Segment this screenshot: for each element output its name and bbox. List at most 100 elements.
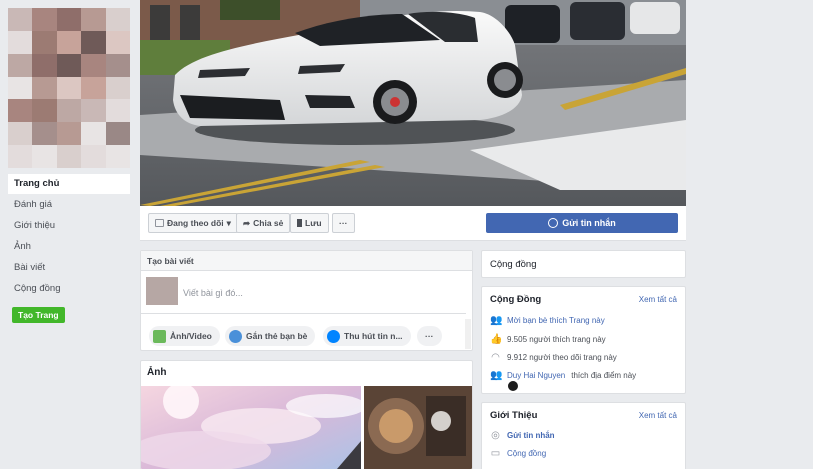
likes-row: 👍 9.505 người thích trang này bbox=[490, 334, 606, 345]
more-button[interactable]: ··· bbox=[332, 213, 355, 233]
left-column: Trang chủ Đánh giá Giới thiệu Ảnh Bài vi… bbox=[0, 0, 138, 469]
save-button[interactable]: Lưu bbox=[290, 213, 329, 233]
nav-item-reviews[interactable]: Đánh giá bbox=[8, 195, 130, 215]
share-label: Chia sẻ bbox=[253, 218, 284, 228]
about-message-link[interactable]: Gửi tin nhắn bbox=[507, 431, 555, 440]
send-message-button[interactable]: Gửi tin nhắn bbox=[486, 213, 678, 233]
community-see-all-link[interactable]: Xem tất cả bbox=[639, 295, 677, 304]
likes-count: 9.505 người thích trang này bbox=[507, 335, 606, 344]
avatar-pixel bbox=[32, 8, 57, 31]
avatar-pixel bbox=[105, 145, 130, 168]
avatar-pixel bbox=[81, 99, 106, 123]
tag-friends-button[interactable]: Gắn thẻ bạn bè bbox=[225, 326, 316, 346]
community-card: Cộng Đồng Xem tất cả 👥 Mời bạn bè thích … bbox=[481, 286, 686, 394]
avatar-pixel bbox=[56, 122, 82, 146]
chevron-down-icon: ▾ bbox=[226, 217, 231, 228]
cover-photo-image bbox=[140, 0, 686, 206]
messenger-leads-label: Thu hút tin n... bbox=[344, 331, 403, 341]
photo-thumbnail[interactable] bbox=[141, 386, 366, 469]
tag-friends-icon bbox=[229, 329, 242, 343]
invite-friends-row: 👥 Mời bạn bè thích Trang này bbox=[490, 315, 605, 326]
rss-icon: ◠ bbox=[491, 352, 500, 363]
composer-more-button[interactable]: ··· bbox=[417, 326, 442, 346]
checkin-user-link[interactable]: Duy Hai Nguyen bbox=[507, 371, 565, 380]
checkin-avatar[interactable] bbox=[508, 381, 518, 391]
tag-friends-label: Gắn thẻ bạn bè bbox=[246, 331, 308, 341]
avatar-pixel bbox=[8, 8, 33, 31]
photo-thumbnail[interactable] bbox=[364, 386, 473, 469]
create-page-button[interactable]: Tạo Trang bbox=[12, 307, 65, 323]
about-message-row: ◎ Gửi tin nhắn bbox=[490, 430, 555, 441]
avatar-pixel bbox=[8, 30, 33, 54]
avatar-pixel bbox=[8, 99, 33, 123]
people-icon: 👥 bbox=[490, 315, 503, 326]
messenger-icon: ◎ bbox=[491, 430, 500, 441]
photos-section: Ảnh bbox=[140, 360, 473, 469]
avatar-pixel bbox=[56, 76, 82, 100]
page-action-bar: Đang theo dõi ▾ ➦ Chia sẻ Lưu ··· Gửi ti… bbox=[140, 206, 686, 241]
checkin-row: 👥 Duy Hai Nguyen thích địa điểm này bbox=[490, 370, 636, 381]
photos-grid bbox=[141, 386, 473, 469]
composer-input[interactable]: Viết bài gì đó... bbox=[183, 288, 243, 298]
following-icon bbox=[155, 219, 164, 227]
avatar-pixel bbox=[32, 99, 57, 123]
avatar-pixel bbox=[32, 122, 57, 146]
profile-picture[interactable] bbox=[8, 8, 130, 168]
following-button[interactable]: Đang theo dõi ▾ bbox=[148, 213, 238, 233]
avatar-pixel bbox=[105, 30, 130, 54]
composer-header: Tạo bài viết bbox=[141, 251, 472, 271]
composer-avatar bbox=[146, 277, 178, 305]
avatar-pixel bbox=[81, 122, 106, 146]
send-message-label: Gửi tin nhắn bbox=[562, 218, 616, 228]
avatar-pixel bbox=[105, 76, 130, 100]
avatar-pixel bbox=[105, 53, 130, 77]
avatar-pixel bbox=[56, 53, 82, 77]
followers-row: ◠ 9.912 người theo dõi trang này bbox=[490, 352, 617, 363]
avatar-pixel bbox=[32, 145, 57, 168]
avatar-pixel bbox=[81, 8, 106, 31]
about-card: Giới Thiệu Xem tất cả ◎ Gửi tin nhắn ▭ C… bbox=[481, 402, 686, 469]
avatar-pixel bbox=[81, 145, 106, 168]
post-composer: Tạo bài viết Viết bài gì đó... Ảnh/Video… bbox=[140, 250, 473, 351]
avatar-pixel bbox=[56, 99, 82, 123]
avatar-pixel bbox=[8, 76, 33, 100]
photos-title[interactable]: Ảnh bbox=[141, 361, 472, 386]
nav-item-community[interactable]: Cộng đồng bbox=[8, 279, 130, 299]
avatar-pixel bbox=[105, 8, 130, 31]
save-label: Lưu bbox=[305, 218, 322, 228]
about-see-all-link[interactable]: Xem tất cả bbox=[639, 411, 677, 420]
nav-item-photos[interactable]: Ảnh bbox=[8, 237, 130, 257]
checkin-text: thích địa điểm này bbox=[571, 371, 637, 380]
about-community-row: ▭ Cộng đồng bbox=[490, 448, 546, 459]
followers-count: 9.912 người theo dõi trang này bbox=[507, 353, 617, 362]
about-community-link[interactable]: Cộng đồng bbox=[507, 449, 546, 458]
composer-scrollbar[interactable] bbox=[465, 319, 471, 349]
following-label: Đang theo dõi bbox=[167, 218, 224, 228]
avatar-pixel bbox=[56, 30, 82, 54]
avatar-pixel bbox=[32, 30, 57, 54]
messenger-icon bbox=[327, 329, 340, 343]
divider bbox=[141, 313, 466, 314]
avatar-pixel bbox=[56, 145, 82, 168]
avatar-pixel bbox=[105, 122, 130, 146]
photo-video-label: Ảnh/Video bbox=[170, 331, 212, 341]
avatar-pixel bbox=[32, 53, 57, 77]
invite-friends-link[interactable]: Mời bạn bè thích Trang này bbox=[507, 316, 605, 325]
photo-video-button[interactable]: Ảnh/Video bbox=[149, 326, 220, 346]
messenger-icon bbox=[548, 218, 559, 228]
avatar-pixel bbox=[8, 145, 33, 168]
people-icon: 👥 bbox=[490, 370, 503, 381]
nav-item-home[interactable]: Trang chủ bbox=[8, 174, 130, 194]
avatar-pixel bbox=[81, 30, 106, 54]
messenger-leads-button[interactable]: Thu hút tin n... bbox=[323, 326, 411, 346]
avatar-pixel bbox=[32, 76, 57, 100]
nav-item-posts[interactable]: Bài viết bbox=[8, 258, 130, 278]
share-icon: ➦ bbox=[243, 217, 251, 228]
cover-photo[interactable] bbox=[140, 0, 686, 206]
bookmark-icon bbox=[297, 219, 302, 227]
avatar-pixel bbox=[56, 8, 82, 31]
community-tab[interactable]: Cộng đồng bbox=[481, 250, 686, 278]
nav-item-about[interactable]: Giới thiệu bbox=[8, 216, 130, 236]
share-button[interactable]: ➦ Chia sẻ bbox=[236, 213, 291, 233]
avatar-pixel bbox=[8, 122, 33, 146]
